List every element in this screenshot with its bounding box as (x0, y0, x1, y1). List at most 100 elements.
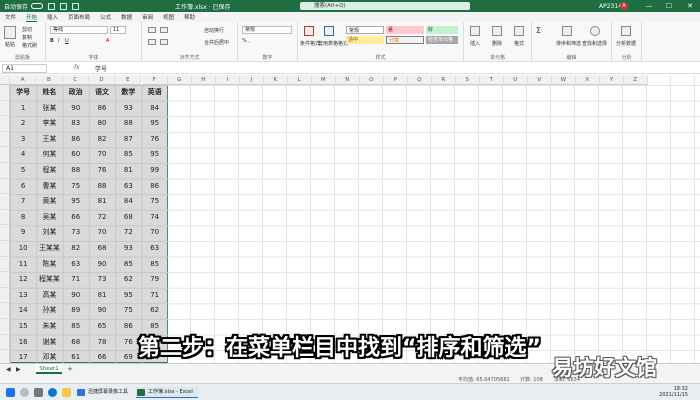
table-cell[interactable]: 62 (142, 303, 168, 319)
analyze-data-icon[interactable] (621, 26, 631, 36)
table-cell[interactable]: 朱某 (36, 319, 62, 335)
tab-insert[interactable]: 插入 (47, 13, 58, 21)
row-header[interactable] (0, 85, 10, 101)
conditional-format-button[interactable]: 条件格式 (300, 40, 320, 47)
table-cell[interactable]: 93 (115, 241, 141, 257)
tab-data[interactable]: 数据 (121, 13, 132, 21)
wrap-text-button[interactable]: 自动换行 (204, 27, 224, 34)
table-cell[interactable]: 86 (89, 101, 115, 117)
format-button[interactable]: 格式 (514, 40, 524, 47)
table-cell[interactable]: 75 (115, 303, 141, 319)
table-cell[interactable]: 74 (142, 210, 168, 226)
table-cell[interactable]: 陈某 (36, 257, 62, 273)
table-cell[interactable]: 89 (63, 303, 89, 319)
column-header[interactable]: A (10, 75, 37, 85)
formula-input[interactable]: 学号 (95, 64, 107, 73)
table-cell[interactable]: 王某 (36, 132, 62, 148)
tab-file[interactable]: 文件 (5, 13, 16, 21)
table-cell[interactable]: 70 (89, 147, 115, 163)
table-cell[interactable]: 66 (89, 350, 115, 363)
column-header[interactable]: T (479, 75, 504, 85)
tab-home[interactable]: 开始 (26, 13, 38, 22)
align-top-icon[interactable] (148, 27, 156, 33)
table-cell[interactable]: 79 (142, 272, 168, 288)
table-cell[interactable]: 9 (10, 225, 36, 241)
table-cell[interactable]: 86 (142, 179, 168, 195)
name-box[interactable]: A1 (2, 64, 47, 73)
tab-formulas[interactable]: 公式 (100, 13, 111, 21)
close-button[interactable]: ✕ (683, 0, 697, 12)
table-cell[interactable]: 90 (63, 101, 89, 117)
cut-button[interactable]: 剪切 (22, 26, 32, 33)
table-cell[interactable]: 刘某 (36, 225, 62, 241)
minimize-button[interactable]: — (642, 0, 656, 12)
folder-icon[interactable] (62, 388, 71, 397)
table-cell[interactable]: 72 (115, 225, 141, 241)
table-cell[interactable]: 8 (10, 210, 36, 226)
font-name-select[interactable]: 等线 (50, 26, 108, 34)
table-cell[interactable]: 63 (63, 257, 89, 273)
table-cell[interactable]: 14 (10, 303, 36, 319)
table-cell[interactable]: 黄某 (36, 194, 62, 210)
column-header[interactable]: B (36, 75, 63, 85)
table-cell[interactable]: 谢某 (36, 335, 62, 351)
select-all-corner[interactable] (0, 75, 10, 85)
column-header[interactable]: N (335, 75, 360, 85)
table-cell[interactable]: 75 (63, 179, 89, 195)
table-cell[interactable]: 90 (89, 303, 115, 319)
table-cell[interactable]: 95 (115, 288, 141, 304)
table-header-cell[interactable]: 语文 (89, 85, 115, 101)
table-format-icon[interactable] (324, 26, 334, 36)
table-header-cell[interactable]: 姓名 (36, 85, 62, 101)
table-cell[interactable]: 76 (142, 132, 168, 148)
conditional-format-icon[interactable] (304, 26, 314, 36)
maximize-button[interactable]: ☐ (662, 0, 676, 12)
column-header[interactable]: S (455, 75, 480, 85)
table-cell[interactable]: 73 (63, 225, 89, 241)
undo-icon[interactable] (60, 2, 68, 10)
analyze-data-button[interactable]: 分析数据 (616, 40, 636, 47)
table-header-cell[interactable]: 政治 (63, 85, 89, 101)
table-cell[interactable]: 61 (63, 350, 89, 363)
table-cell[interactable]: 63 (142, 241, 168, 257)
tab-page-layout[interactable]: 页面布局 (68, 13, 90, 21)
row-header[interactable] (0, 319, 10, 335)
table-cell[interactable]: 6 (10, 179, 36, 195)
row-header[interactable] (0, 163, 10, 179)
row-header[interactable] (0, 100, 10, 117)
autosum-icon[interactable]: Σ (536, 26, 541, 35)
search-input[interactable]: 搜索(Alt+Q) (300, 2, 470, 10)
table-cell[interactable]: 82 (63, 241, 89, 257)
column-header[interactable]: O (359, 75, 384, 85)
row-header[interactable] (0, 225, 10, 241)
font-size-select[interactable]: 11 (110, 26, 126, 34)
align-left-icon[interactable] (148, 39, 156, 45)
search-icon[interactable] (20, 388, 29, 397)
table-cell[interactable]: 99 (142, 163, 168, 179)
italic-icon[interactable]: I (58, 38, 59, 44)
bold-icon[interactable]: B (50, 38, 54, 44)
table-cell[interactable]: 16 (10, 335, 36, 351)
row-header[interactable] (0, 256, 10, 273)
table-cell[interactable]: 68 (63, 335, 89, 351)
table-cell[interactable]: 81 (89, 288, 115, 304)
style-neutral[interactable]: 适中 (346, 36, 384, 44)
column-header[interactable]: P (383, 75, 408, 85)
sort-filter-button[interactable]: 排序和筛选 (556, 40, 581, 47)
table-cell[interactable]: 90 (89, 257, 115, 273)
table-cell[interactable]: 71 (142, 288, 168, 304)
save-icon[interactable] (48, 2, 56, 10)
table-cell[interactable]: 63 (115, 179, 141, 195)
table-cell[interactable]: 72 (89, 210, 115, 226)
find-select-icon[interactable] (590, 26, 600, 36)
table-cell[interactable]: 2 (10, 116, 36, 132)
row-header[interactable] (0, 334, 10, 351)
table-cell[interactable]: 孙某 (36, 303, 62, 319)
table-cell[interactable]: 66 (63, 210, 89, 226)
row-header[interactable] (0, 116, 10, 132)
table-cell[interactable]: 65 (89, 319, 115, 335)
format-icon[interactable] (514, 26, 524, 36)
column-header[interactable]: E (115, 75, 142, 85)
merge-center-button[interactable]: 合并后居中 (204, 39, 229, 46)
redo-icon[interactable] (72, 2, 80, 10)
